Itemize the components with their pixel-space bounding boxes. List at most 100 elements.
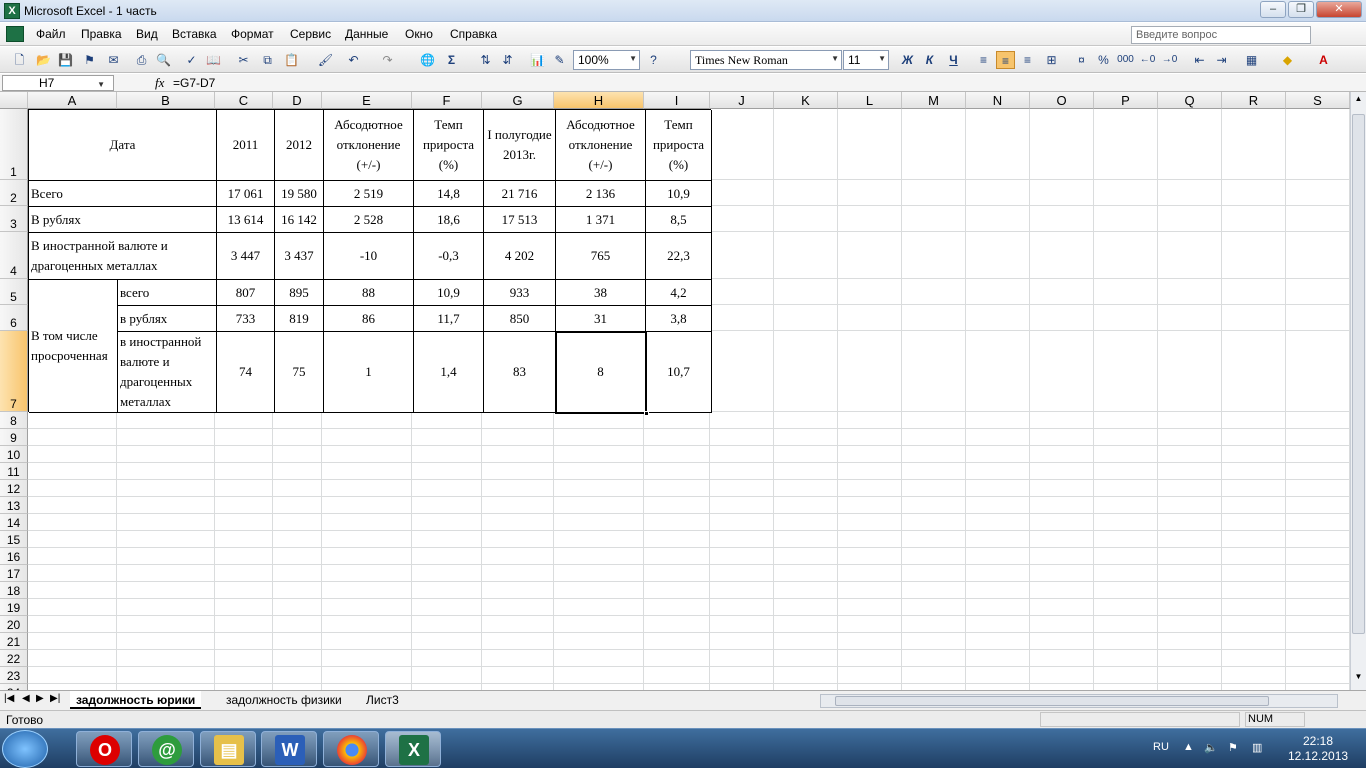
header-h1-2013[interactable]: I полугодие 2013г. bbox=[484, 110, 556, 181]
workbook-icon[interactable] bbox=[6, 26, 24, 42]
column-header-R[interactable]: R bbox=[1222, 92, 1286, 109]
close-button[interactable]: ✕ bbox=[1316, 1, 1362, 18]
sheet-tab-sheet3[interactable]: Лист3 bbox=[360, 691, 405, 709]
decrease-decimal-icon[interactable]: →0 bbox=[1160, 51, 1179, 69]
menu-edit[interactable]: Правка bbox=[81, 27, 122, 41]
cell-e5[interactable]: 88 bbox=[324, 280, 414, 306]
column-header-J[interactable]: J bbox=[710, 92, 774, 109]
format-painter-icon[interactable]: 🖌 bbox=[316, 51, 335, 69]
start-button[interactable] bbox=[2, 730, 48, 768]
bold-button[interactable]: Ж bbox=[898, 51, 917, 69]
network-icon[interactable]: ▥ bbox=[1252, 741, 1262, 754]
increase-indent-icon[interactable]: ⇥ bbox=[1212, 51, 1231, 69]
row-header-19[interactable]: 19 bbox=[0, 599, 28, 616]
menu-view[interactable]: Вид bbox=[136, 27, 158, 41]
row-header-9[interactable]: 9 bbox=[0, 429, 28, 446]
cell-h6[interactable]: 31 bbox=[556, 306, 646, 332]
row-overdue-rubles-label[interactable]: в рублях bbox=[118, 306, 217, 332]
spelling-icon[interactable]: ✓ bbox=[182, 51, 201, 69]
cell-e3[interactable]: 2 528 bbox=[324, 207, 414, 233]
cell-d7[interactable]: 75 bbox=[275, 332, 324, 413]
row-header-18[interactable]: 18 bbox=[0, 582, 28, 599]
column-header-L[interactable]: L bbox=[838, 92, 902, 109]
increase-decimal-icon[interactable]: ←0 bbox=[1138, 51, 1157, 69]
column-header-F[interactable]: F bbox=[412, 92, 482, 109]
paste-icon[interactable]: 📋 bbox=[282, 51, 301, 69]
column-header-C[interactable]: C bbox=[215, 92, 273, 109]
sheet-tab-legal-debt[interactable]: задолжность юрики bbox=[70, 691, 202, 709]
cell-c2[interactable]: 17 061 bbox=[217, 181, 275, 207]
row-header-2[interactable]: 2 bbox=[0, 180, 28, 206]
language-indicator[interactable]: RU bbox=[1153, 741, 1169, 753]
scroll-down-icon[interactable]: ▼ bbox=[1352, 672, 1365, 686]
header-abs-deviation-2[interactable]: Абсодютное отклонение (+/-) bbox=[556, 110, 646, 181]
row-total-label[interactable]: Всего bbox=[29, 181, 217, 207]
sort-ascending-icon[interactable]: ⇅ bbox=[476, 51, 495, 69]
help-search-input[interactable]: Введите вопрос bbox=[1131, 26, 1311, 44]
column-header-O[interactable]: O bbox=[1030, 92, 1094, 109]
restore-button[interactable]: ❐ bbox=[1288, 1, 1314, 18]
menu-help[interactable]: Справка bbox=[450, 27, 497, 41]
research-icon[interactable]: 📖 bbox=[204, 51, 223, 69]
decrease-indent-icon[interactable]: ⇤ bbox=[1190, 51, 1209, 69]
minimize-button[interactable]: – bbox=[1260, 1, 1286, 18]
cell-h3[interactable]: 1 371 bbox=[556, 207, 646, 233]
tab-prev-icon[interactable]: ◀ bbox=[22, 693, 30, 704]
underline-button[interactable]: Ч bbox=[944, 51, 963, 69]
column-header-M[interactable]: M bbox=[902, 92, 966, 109]
cell-h7[interactable]: 8 bbox=[556, 332, 646, 413]
cell-i3[interactable]: 8,5 bbox=[646, 207, 712, 233]
header-growth-rate-2[interactable]: Темп прироста (%) bbox=[646, 110, 712, 181]
font-name-select[interactable]: Times New Roman ▼ bbox=[690, 50, 842, 70]
taskbar-agent[interactable]: @ bbox=[138, 731, 194, 767]
fill-handle[interactable] bbox=[644, 411, 649, 416]
row-header-15[interactable]: 15 bbox=[0, 531, 28, 548]
row-header-6[interactable]: 6 bbox=[0, 305, 28, 331]
clock[interactable]: 22:18 12.12.2013 bbox=[1288, 734, 1348, 764]
cell-d6[interactable]: 819 bbox=[275, 306, 324, 332]
worksheet-grid[interactable]: ABCDEFGHIJKLMNOPQRS 1 2 3 4 5 6 7 8 9 10 11 12 13 14 1… bbox=[0, 92, 1350, 690]
zoom-select[interactable]: 100% ▼ bbox=[573, 50, 640, 70]
menu-file[interactable]: Файл bbox=[36, 27, 66, 41]
row-header-5[interactable]: 5 bbox=[0, 279, 28, 305]
vertical-scrollbar[interactable]: ▲ ▼ bbox=[1350, 92, 1366, 690]
permission-icon[interactable]: ⚑ bbox=[80, 51, 99, 69]
cell-e4[interactable]: -10 bbox=[324, 233, 414, 280]
align-left-icon[interactable]: ≡ bbox=[974, 51, 993, 69]
cell-d4[interactable]: 3 437 bbox=[275, 233, 324, 280]
cell-i6[interactable]: 3,8 bbox=[646, 306, 712, 332]
formula-input[interactable]: =G7-D7 bbox=[173, 76, 215, 90]
italic-button[interactable]: К bbox=[920, 51, 939, 69]
cell-e6[interactable]: 86 bbox=[324, 306, 414, 332]
column-header-H[interactable]: H bbox=[554, 92, 644, 109]
overdue-group-label[interactable]: В том числе просроченная bbox=[29, 280, 118, 413]
cell-d5[interactable]: 895 bbox=[275, 280, 324, 306]
cell-f7[interactable]: 1,4 bbox=[414, 332, 484, 413]
print-icon[interactable]: ⎙ bbox=[132, 51, 151, 69]
cell-g6[interactable]: 850 bbox=[484, 306, 556, 332]
row-header-13[interactable]: 13 bbox=[0, 497, 28, 514]
column-header-Q[interactable]: Q bbox=[1158, 92, 1222, 109]
row-rubles-label[interactable]: В рублях bbox=[29, 207, 217, 233]
row-header-23[interactable]: 23 bbox=[0, 667, 28, 684]
row-header-11[interactable]: 11 bbox=[0, 463, 28, 480]
cell-h2[interactable]: 2 136 bbox=[556, 181, 646, 207]
autosum-icon[interactable]: Σ bbox=[442, 51, 461, 69]
cell-f3[interactable]: 18,6 bbox=[414, 207, 484, 233]
horizontal-scrollbar[interactable] bbox=[820, 694, 1338, 708]
menu-format[interactable]: Формат bbox=[231, 27, 274, 41]
cell-e2[interactable]: 2 519 bbox=[324, 181, 414, 207]
row-header-1[interactable]: 1 bbox=[0, 109, 28, 180]
align-center-icon[interactable]: ≡ bbox=[996, 51, 1015, 69]
column-header-G[interactable]: G bbox=[482, 92, 554, 109]
column-header-S[interactable]: S bbox=[1286, 92, 1350, 109]
column-header-I[interactable]: I bbox=[644, 92, 710, 109]
name-box[interactable]: H7 ▼ bbox=[2, 75, 114, 91]
row-header-20[interactable]: 20 bbox=[0, 616, 28, 633]
cell-d2[interactable]: 19 580 bbox=[275, 181, 324, 207]
tray-expand-icon[interactable]: ▲ bbox=[1183, 741, 1194, 753]
tab-next-icon[interactable]: ▶ bbox=[36, 693, 44, 704]
redo-icon[interactable]: ↷ bbox=[378, 51, 397, 69]
sheet-tab-individual-debt[interactable]: задолжность физики bbox=[220, 691, 348, 709]
print-preview-icon[interactable]: 🔍 bbox=[154, 51, 173, 69]
